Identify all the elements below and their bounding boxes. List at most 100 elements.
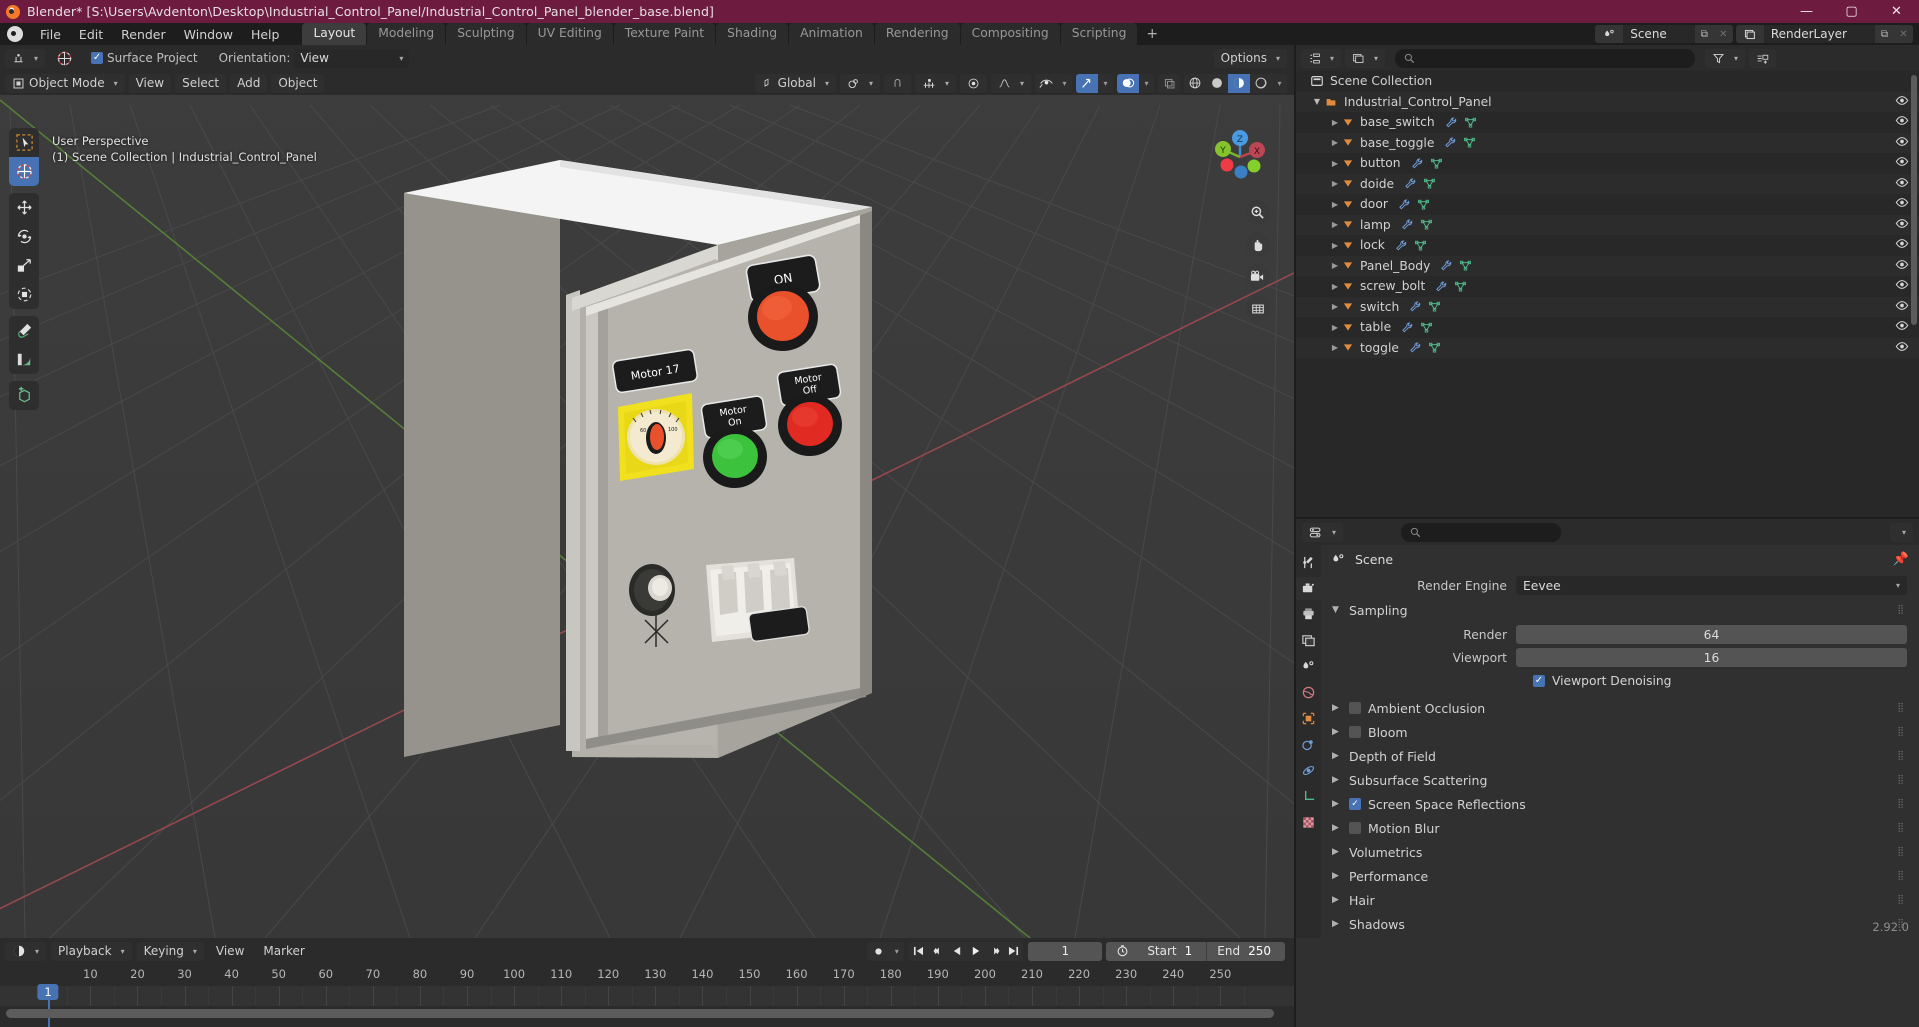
frame-range-group[interactable]: Start 1 End 250 xyxy=(1106,941,1285,961)
menu-window[interactable]: Window xyxy=(175,24,242,45)
modifier-wrench-icon[interactable] xyxy=(1398,198,1411,211)
object-visibility-icon[interactable] xyxy=(1895,115,1909,129)
tweak-tool[interactable] xyxy=(9,128,39,157)
sampling-section-header[interactable]: ▼ Sampling ⣿ xyxy=(1321,598,1919,622)
section-expand-icon[interactable]: ▶ xyxy=(1332,895,1342,905)
tab-tool-properties[interactable] xyxy=(1296,551,1321,574)
tab-rendering[interactable]: Rendering xyxy=(874,23,960,45)
pivot-point-dropdown[interactable]: ▾ xyxy=(839,73,880,93)
tab-layout[interactable]: Layout xyxy=(302,23,367,45)
properties-section-header[interactable]: ▶ Bloom ⣿ xyxy=(1321,720,1919,744)
viewport-denoising-row[interactable]: Viewport Denoising xyxy=(1321,670,1919,692)
section-expand-icon[interactable]: ▶ xyxy=(1332,703,1342,713)
properties-search-input[interactable] xyxy=(1401,522,1562,542)
properties-section-header[interactable]: ▶ Ambient Occlusion ⣿ xyxy=(1321,696,1919,720)
properties-section-header[interactable]: ▶ Screen Space Reflections ⣿ xyxy=(1321,792,1919,816)
jump-to-next-keyframe-button[interactable] xyxy=(985,942,1004,961)
xray-toggle-group[interactable] xyxy=(1158,73,1180,93)
start-frame-value[interactable]: 1 xyxy=(1185,944,1207,958)
viewport-3d[interactable]: ON Motor 17 60 100 Motor On Motor Off ▾ … xyxy=(0,45,1294,938)
mesh-data-icon[interactable] xyxy=(1464,116,1477,129)
object-visibility-icon[interactable] xyxy=(1895,218,1909,232)
menu-marker[interactable]: Marker xyxy=(256,942,311,961)
section-expand-icon[interactable]: ▶ xyxy=(1332,751,1342,761)
jump-to-previous-keyframe-button[interactable] xyxy=(928,942,947,961)
gizmo-caret-icon[interactable]: ▾ xyxy=(1098,74,1113,93)
outliner-scrollbar[interactable] xyxy=(1911,75,1917,325)
modifier-wrench-icon[interactable] xyxy=(1409,300,1422,313)
modifier-wrench-icon[interactable] xyxy=(1444,136,1457,149)
xray-toggle-icon[interactable] xyxy=(1158,74,1180,93)
tab-modeling[interactable]: Modeling xyxy=(367,23,446,45)
outliner-row-object[interactable]: ▶ table xyxy=(1296,317,1919,338)
outliner-row-object[interactable]: ▶ doide xyxy=(1296,173,1919,194)
auto-keying-caret-icon[interactable]: ▾ xyxy=(889,942,904,961)
tab-uv-editing[interactable]: UV Editing xyxy=(526,23,613,45)
mesh-data-icon[interactable] xyxy=(1430,157,1443,170)
modifier-wrench-icon[interactable] xyxy=(1411,157,1424,170)
jump-to-end-button[interactable] xyxy=(1004,942,1023,961)
tab-output-properties[interactable] xyxy=(1296,603,1321,626)
outliner-row-object[interactable]: ▶ base_switch xyxy=(1296,112,1919,133)
properties-section-header[interactable]: ▶ Subsurface Scattering ⣿ xyxy=(1321,768,1919,792)
minimize-button[interactable]: — xyxy=(1784,0,1829,23)
menu-edit[interactable]: Edit xyxy=(70,24,112,45)
timeline-track[interactable] xyxy=(0,986,1294,1006)
object-visibility-icon[interactable] xyxy=(1895,197,1909,211)
zoom-view-icon[interactable] xyxy=(1245,200,1270,225)
add-cube-tool[interactable] xyxy=(9,381,39,410)
object-visibility-icon[interactable] xyxy=(1895,320,1909,334)
options-dropdown[interactable]: Options ▾ xyxy=(1213,48,1287,68)
toggle-orthographic-icon[interactable] xyxy=(1245,296,1270,321)
transform-orientation-dropdown[interactable]: Global ▾ xyxy=(754,73,836,93)
outliner-filter-button[interactable]: ▾ xyxy=(1705,48,1746,68)
rendered-shading-icon[interactable] xyxy=(1250,74,1272,93)
tab-world-properties[interactable] xyxy=(1296,681,1321,704)
object-expand-icon[interactable]: ▶ xyxy=(1328,159,1342,168)
properties-section-header[interactable]: ▶ Shadows ⣿ xyxy=(1321,912,1919,936)
gizmo-toggle-group[interactable]: ▾ xyxy=(1076,73,1113,93)
overlays-toggle-icon[interactable] xyxy=(1117,73,1139,93)
mesh-data-icon[interactable] xyxy=(1463,136,1476,149)
snapping-dropdown[interactable]: ▾ xyxy=(914,73,956,93)
menu-help[interactable]: Help xyxy=(242,24,289,45)
object-visibility-icon[interactable] xyxy=(1895,136,1909,150)
surface-project-toggle[interactable]: Surface Project xyxy=(84,49,205,68)
remove-viewlayer-button[interactable]: ✕ xyxy=(1894,25,1913,43)
outliner-row-object[interactable]: ▶ lamp xyxy=(1296,214,1919,235)
auto-keying-icon[interactable] xyxy=(867,942,889,961)
object-expand-icon[interactable]: ▶ xyxy=(1328,302,1342,311)
properties-section-header[interactable]: ▶ Hair ⣿ xyxy=(1321,888,1919,912)
render-engine-dropdown[interactable]: Eevee ▾ xyxy=(1516,576,1907,595)
tab-physics-properties[interactable] xyxy=(1296,759,1321,782)
playhead-frame-label[interactable]: 1 xyxy=(37,984,59,1000)
outliner-row-object[interactable]: ▶ screw_bolt xyxy=(1296,276,1919,297)
outliner-row-object[interactable]: ▶ switch xyxy=(1296,296,1919,317)
object-visibility-icon[interactable] xyxy=(1895,279,1909,293)
outliner-row-object[interactable]: ▶ lock xyxy=(1296,235,1919,256)
new-scene-button[interactable]: ⧉ xyxy=(1694,25,1714,43)
pan-view-icon[interactable] xyxy=(1245,232,1270,257)
surface-project-checkbox[interactable] xyxy=(91,52,104,64)
tab-constraint-properties[interactable] xyxy=(1296,785,1321,808)
viewport-denoising-checkbox[interactable] xyxy=(1533,675,1545,687)
properties-section-header[interactable]: ▶ Volumetrics ⣿ xyxy=(1321,840,1919,864)
section-checkbox[interactable] xyxy=(1349,822,1361,834)
outliner-tree[interactable]: Scene Collection ▼ Industrial_Control_Pa… xyxy=(1296,71,1919,517)
object-expand-icon[interactable]: ▶ xyxy=(1328,138,1342,147)
properties-options-dropdown[interactable]: ▾ xyxy=(1889,522,1913,542)
measure-tool[interactable] xyxy=(9,345,39,374)
tab-scene-properties[interactable] xyxy=(1296,655,1321,678)
outliner-new-collection-button[interactable] xyxy=(1749,48,1777,68)
object-visibility-icon[interactable] xyxy=(1895,238,1909,252)
section-expand-icon[interactable]: ▶ xyxy=(1332,871,1342,881)
shading-mode-group[interactable]: ▾ xyxy=(1184,73,1287,93)
properties-section-header[interactable]: ▶ Depth of Field ⣿ xyxy=(1321,744,1919,768)
menu-file[interactable]: File xyxy=(31,24,70,45)
section-expand-icon[interactable]: ▶ xyxy=(1332,799,1342,809)
mesh-data-icon[interactable] xyxy=(1459,259,1472,272)
play-reverse-button[interactable] xyxy=(947,942,966,961)
menu-select[interactable]: Select xyxy=(175,73,227,93)
mesh-data-icon[interactable] xyxy=(1423,177,1436,190)
menu-object[interactable]: Object xyxy=(271,73,325,93)
